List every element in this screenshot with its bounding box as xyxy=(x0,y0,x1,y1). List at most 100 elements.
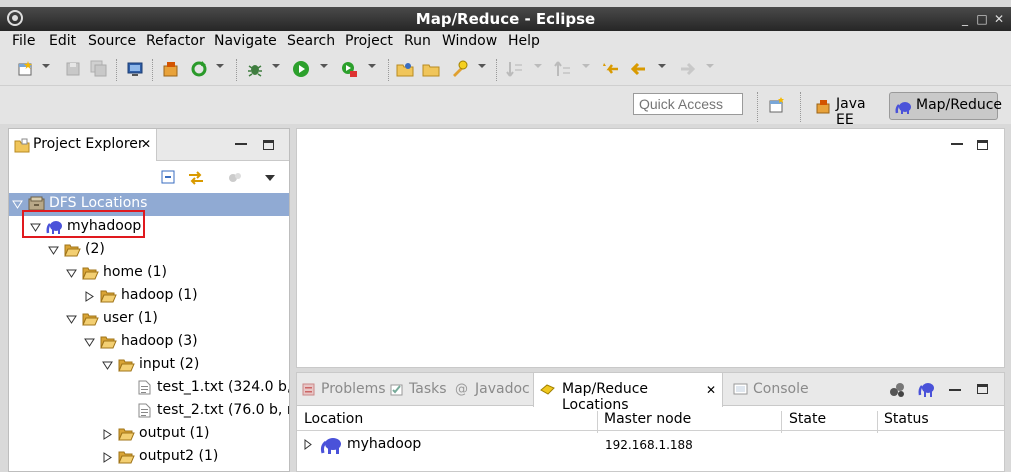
quick-access-input[interactable] xyxy=(633,93,743,115)
new-icon[interactable] xyxy=(16,60,34,78)
tree-item[interactable]: user (1) xyxy=(9,308,289,331)
collapse-arrow-icon[interactable] xyxy=(84,337,95,348)
tree-item[interactable]: home (1) xyxy=(9,262,289,285)
tree-item[interactable]: test_2.txt (76.0 b, r3 xyxy=(9,400,289,423)
column-divider[interactable] xyxy=(877,411,878,433)
view-menu-icon[interactable] xyxy=(265,175,275,181)
menu-run[interactable]: Run xyxy=(404,33,431,49)
refresh-dropdown-arrow-icon[interactable] xyxy=(216,64,224,68)
minimize-editor-icon[interactable] xyxy=(951,143,963,145)
elephant-icon[interactable] xyxy=(917,380,935,398)
open-type-icon[interactable] xyxy=(396,60,414,78)
tree-item[interactable]: input (2) xyxy=(9,354,289,377)
minimize-panel-icon[interactable] xyxy=(949,389,961,391)
refresh-icon[interactable] xyxy=(190,60,208,78)
minimize-window-button[interactable]: _ xyxy=(957,11,973,27)
menu-window[interactable]: Window xyxy=(442,33,497,49)
project-explorer-icon xyxy=(14,138,30,153)
tab-map-reduce-locations[interactable]: Map/Reduce Locations ✕ xyxy=(533,373,723,413)
external-tools-dropdown-arrow-icon[interactable] xyxy=(368,64,376,68)
column-status[interactable]: Status xyxy=(884,411,929,427)
tree-item-label: input (2) xyxy=(139,356,200,372)
run-icon[interactable] xyxy=(292,60,310,78)
run-dropdown-arrow-icon[interactable] xyxy=(320,64,328,68)
menu-navigate[interactable]: Navigate xyxy=(214,33,277,49)
elephant-icon xyxy=(895,102,911,114)
toolbar-separator xyxy=(757,92,758,122)
column-divider[interactable] xyxy=(781,411,782,433)
open-task-icon[interactable] xyxy=(422,60,440,78)
tab-console-label: Console xyxy=(753,381,809,397)
column-state[interactable]: State xyxy=(789,411,826,427)
tree-item[interactable]: hadoop (3) xyxy=(9,331,289,354)
toolbar-separator xyxy=(116,59,117,81)
collapse-arrow-icon[interactable] xyxy=(48,245,59,256)
expand-arrow-icon[interactable] xyxy=(84,291,95,302)
tab-tasks[interactable]: Tasks xyxy=(389,381,447,397)
bottom-tab-row: Problems Tasks @ Javadoc Map/Reduce Loca… xyxy=(297,373,1004,413)
maximize-window-button[interactable]: □ xyxy=(974,11,990,27)
new-dropdown-arrow-icon[interactable] xyxy=(42,64,50,68)
column-master-node[interactable]: Master node xyxy=(604,411,691,427)
menu-refactor[interactable]: Refactor xyxy=(146,33,205,49)
debug-dropdown-arrow-icon[interactable] xyxy=(272,64,280,68)
table-row[interactable]: myhadoop 192.168.1.188 xyxy=(297,433,1004,457)
folder-open-icon xyxy=(118,449,135,464)
project-explorer-panel: Project Explorer ✕ DFS Locations myhadoop… xyxy=(8,128,290,472)
tab-console[interactable]: Console xyxy=(733,381,809,397)
search-tool-icon[interactable] xyxy=(450,60,468,78)
expand-arrow-icon[interactable] xyxy=(303,439,313,450)
project-explorer-tab[interactable]: Project Explorer ✕ xyxy=(9,129,157,162)
menu-edit[interactable]: Edit xyxy=(49,33,76,49)
tree-item[interactable]: output2 (1) xyxy=(9,446,289,469)
tree-item[interactable]: test_1.txt (324.0 b, r xyxy=(9,377,289,400)
minimize-view-icon[interactable] xyxy=(235,143,247,145)
menu-search[interactable]: Search xyxy=(287,33,335,49)
editor-area xyxy=(296,128,1005,368)
perspective-map-reduce-button[interactable]: Map/Reduce xyxy=(889,92,1002,120)
console-icon xyxy=(733,383,748,395)
maximize-editor-icon[interactable] xyxy=(977,140,988,150)
tab-problems[interactable]: Problems xyxy=(301,381,386,397)
menu-project[interactable]: Project xyxy=(345,33,393,49)
new-hadoop-location-icon[interactable] xyxy=(889,381,906,398)
debug-icon[interactable] xyxy=(246,60,264,78)
perspective-java-ee-button[interactable]: Java EE xyxy=(810,92,886,128)
collapse-all-icon[interactable] xyxy=(161,170,177,186)
close-window-button[interactable]: ✕ xyxy=(991,11,1007,27)
open-perspective-icon[interactable] xyxy=(768,96,786,114)
collapse-arrow-icon[interactable] xyxy=(102,360,113,371)
menu-source[interactable]: Source xyxy=(88,33,136,49)
expand-arrow-icon[interactable] xyxy=(102,452,113,463)
column-location[interactable]: Location xyxy=(304,411,363,427)
last-edit-location-icon[interactable] xyxy=(602,60,620,78)
link-with-editor-icon[interactable] xyxy=(187,169,205,187)
tab-javadoc-label: Javadoc xyxy=(475,381,530,397)
search-dropdown-arrow-icon[interactable] xyxy=(478,64,486,68)
terminal-icon[interactable] xyxy=(126,60,144,78)
tree-item[interactable]: output (1) xyxy=(9,423,289,446)
next-annotation-icon xyxy=(506,62,522,77)
tab-javadoc[interactable]: @ Javadoc xyxy=(455,381,530,397)
maximize-panel-icon[interactable] xyxy=(977,384,988,394)
folder-open-icon xyxy=(64,242,81,257)
collapse-arrow-icon[interactable] xyxy=(12,199,23,210)
collapse-arrow-icon[interactable] xyxy=(66,314,77,325)
expand-arrow-icon[interactable] xyxy=(102,429,113,440)
tree-item[interactable]: hadoop (1) xyxy=(9,285,289,308)
toolbar-separator xyxy=(496,59,497,81)
menu-file[interactable]: File xyxy=(12,33,35,49)
close-tab-icon[interactable]: ✕ xyxy=(141,137,151,151)
dfs-icon xyxy=(28,196,45,211)
problems-icon xyxy=(302,383,315,396)
collapse-arrow-icon[interactable] xyxy=(66,268,77,279)
menu-help[interactable]: Help xyxy=(508,33,540,49)
maximize-view-icon[interactable] xyxy=(263,140,274,150)
column-divider[interactable] xyxy=(597,411,598,433)
tree-item[interactable]: (2) xyxy=(9,239,289,262)
back-icon[interactable] xyxy=(630,60,648,78)
close-tab-icon[interactable]: ✕ xyxy=(706,383,716,397)
run-last-tool-icon[interactable] xyxy=(340,60,358,78)
java-ee-tools-icon[interactable] xyxy=(162,60,180,78)
back-dropdown-arrow-icon[interactable] xyxy=(658,64,666,68)
